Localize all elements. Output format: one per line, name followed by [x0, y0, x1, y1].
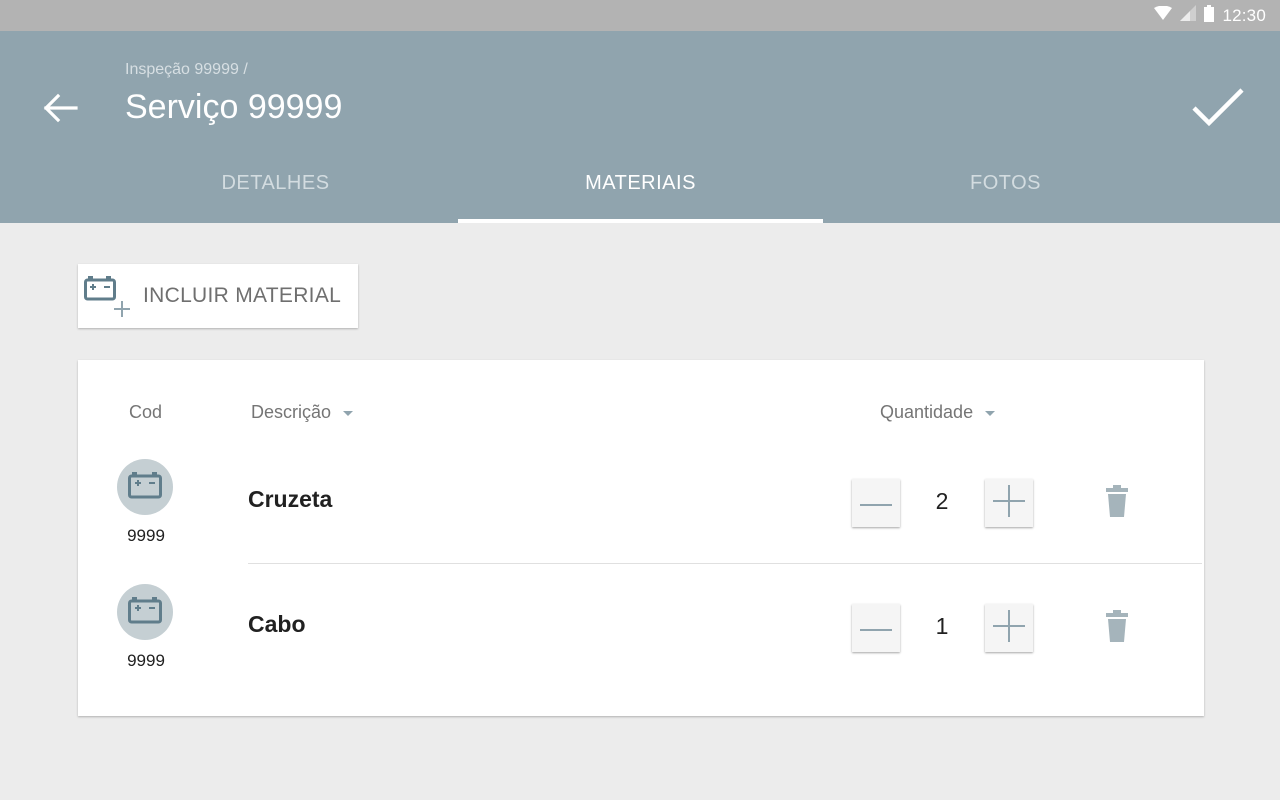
trash-icon [1105, 484, 1129, 522]
decrease-quantity-button[interactable] [852, 604, 900, 652]
page-title: Serviço 99999 [125, 88, 343, 126]
material-code: 9999 [127, 651, 165, 670]
battery-material-icon [128, 596, 162, 629]
quantity-value: 2 [935, 488, 949, 514]
increase-quantity-button[interactable] [985, 479, 1033, 527]
status-bar: 12:30 [0, 0, 1280, 31]
sort-caret-icon [343, 411, 354, 416]
tab-fotos[interactable]: FOTOS [823, 151, 1188, 223]
plus-icon [993, 484, 1025, 522]
back-button[interactable] [36, 89, 84, 131]
signal-icon [1180, 5, 1197, 26]
material-description: Cruzeta [248, 486, 333, 512]
wifi-icon [1154, 5, 1173, 25]
check-icon [1191, 87, 1245, 132]
app-bar: Inspeção 99999 / Serviço 99999 DETALHES … [0, 31, 1280, 223]
confirm-button[interactable] [1190, 85, 1246, 133]
battery-material-icon [128, 471, 162, 504]
battery-icon [1204, 4, 1215, 27]
decrease-quantity-button[interactable] [852, 479, 900, 527]
delete-button[interactable] [1102, 484, 1132, 522]
tab-detalhes[interactable]: DETALHES [93, 151, 458, 223]
header-descricao[interactable]: Descrição [251, 402, 354, 423]
materials-table: Cod Descrição Quantidade 9999 Cruzeta 2 … [78, 360, 1204, 716]
avatar [117, 584, 173, 640]
breadcrumb: Inspeção 99999 / [125, 61, 248, 78]
header-cod-label: Cod [129, 402, 163, 422]
minus-icon [860, 494, 892, 512]
avatar [117, 459, 173, 515]
plus-icon [993, 609, 1025, 647]
quantity-value: 1 [935, 613, 949, 639]
tab-bar: DETALHES MATERIAIS FOTOS [93, 151, 1189, 223]
header-quantidade[interactable]: Quantidade [880, 402, 996, 423]
include-material-button[interactable]: INCLUIR MATERIAL [78, 264, 358, 328]
include-material-label: INCLUIR MATERIAL [143, 284, 342, 307]
clock: 12:30 [1222, 5, 1266, 25]
increase-quantity-button[interactable] [985, 604, 1033, 652]
trash-icon [1105, 609, 1129, 647]
tab-materiais[interactable]: MATERIAIS [458, 151, 823, 223]
material-code: 9999 [127, 526, 165, 545]
table-row: 9999 Cruzeta 2 [78, 440, 1204, 565]
material-description: Cabo [248, 611, 306, 637]
add-battery-icon [84, 272, 134, 323]
arrow-back-icon [42, 93, 78, 128]
delete-button[interactable] [1102, 609, 1132, 647]
row-divider [248, 563, 1202, 564]
sort-caret-icon [985, 411, 996, 416]
minus-icon [860, 619, 892, 637]
header-quantidade-label: Quantidade [880, 402, 974, 422]
header-cod: Cod [129, 402, 162, 423]
header-descricao-label: Descrição [251, 402, 332, 422]
table-row: 9999 Cabo 1 [78, 565, 1204, 690]
